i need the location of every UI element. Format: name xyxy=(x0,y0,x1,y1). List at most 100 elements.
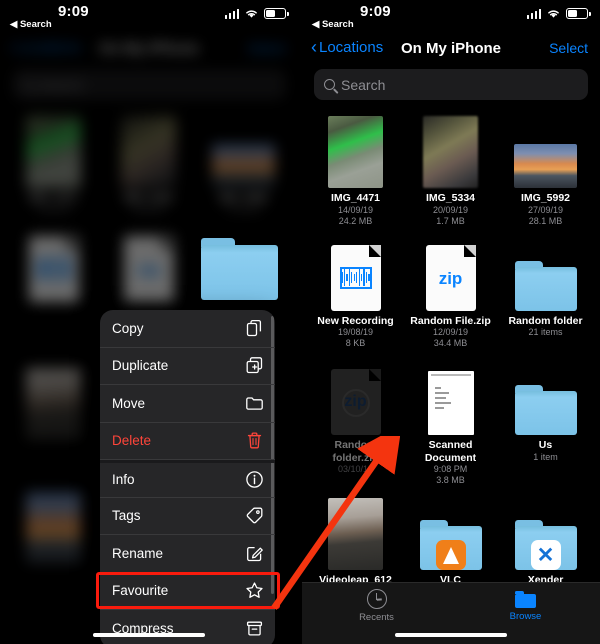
file-name: New Recording xyxy=(317,314,394,327)
photo-icon xyxy=(514,144,577,188)
pencil-icon xyxy=(245,544,264,563)
file-size: 28.1 MB xyxy=(528,215,563,226)
star-icon xyxy=(245,581,264,600)
context-menu-label: Duplicate xyxy=(112,358,169,374)
tab-recents[interactable]: Recents xyxy=(302,583,451,629)
file-date: 14/09/19 xyxy=(337,204,374,215)
file-name: Us xyxy=(538,439,553,451)
context-menu-label: Delete xyxy=(112,433,152,449)
context-menu-item-duplicate[interactable]: Duplicate xyxy=(100,348,275,385)
file-size: 24.2 MB xyxy=(338,215,373,226)
tab-browse[interactable]: Browse xyxy=(451,583,600,629)
search-bar-container: Search xyxy=(302,66,600,110)
file-item-us[interactable]: Us 1 item xyxy=(498,363,593,486)
context-menu-label: Rename xyxy=(112,545,164,561)
select-button[interactable]: Select xyxy=(549,40,588,56)
file-name: IMG_5334 xyxy=(425,192,476,204)
file-item-count: 21 items xyxy=(528,327,563,337)
file-grid-row: New Recording 19/08/19 8 KB zip Random F… xyxy=(308,239,594,350)
cellular-signal-icon xyxy=(224,8,239,19)
status-bar-time: 9:09 xyxy=(360,3,391,20)
context-menu-label: Move xyxy=(112,395,146,411)
file-item-new-recording[interactable]: New Recording 19/08/19 8 KB xyxy=(308,239,403,350)
file-date: 20/09/19 xyxy=(432,204,469,215)
file-item-videoleap-612[interactable]: Videoleap_612 xyxy=(308,498,403,587)
file-name: Random folder xyxy=(508,314,583,327)
file-date: 27/09/19 xyxy=(527,204,564,215)
info-icon xyxy=(245,470,264,489)
file-item-img-5334[interactable]: IMG_5334 20/09/19 1.7 MB xyxy=(403,116,498,227)
folder-icon xyxy=(515,590,536,608)
file-name: IMG_4471 xyxy=(330,192,381,204)
file-item-vlc[interactable]: VLC xyxy=(403,498,498,587)
file-item-scanned-document[interactable]: Scanned Document 9:08 PM 3.8 MB xyxy=(403,363,498,486)
context-menu-label: Copy xyxy=(112,320,144,336)
file-item-random-folder-zip[interactable]: zip Random folder.zip 03/10/19 xyxy=(308,363,403,486)
file-thumbnail xyxy=(418,116,483,188)
context-menu-item-tags[interactable]: Tags xyxy=(100,498,275,535)
status-bar-right: 9:09 ◀ Search xyxy=(302,0,600,34)
file-date: 12/09/19 xyxy=(432,327,469,337)
folder-icon xyxy=(514,260,577,311)
search-icon xyxy=(324,79,335,90)
context-menu-item-copy[interactable]: Copy xyxy=(100,310,275,348)
context-menu-item-info[interactable]: Info xyxy=(100,460,275,498)
file-item-img-5992[interactable]: IMG_5992 27/09/19 28.1 MB xyxy=(498,116,593,227)
file-name: Scanned Document xyxy=(424,439,477,464)
copy-icon xyxy=(245,319,264,338)
file-item-xender[interactable]: ✕ Xender xyxy=(498,498,593,587)
file-date: 03/10/19 xyxy=(337,464,374,474)
context-menu-label: Tags xyxy=(112,508,141,524)
file-thumbnail: ✕ xyxy=(513,498,578,570)
search-input[interactable]: Search xyxy=(314,69,588,100)
file-date: 9:08 PM xyxy=(433,464,468,474)
status-bar-back-to-search[interactable]: ◀ Search xyxy=(10,19,52,30)
folder-icon: ✕ xyxy=(514,520,577,570)
file-thumbnail xyxy=(323,116,388,188)
context-menu-item-rename[interactable]: Rename xyxy=(100,535,275,573)
tab-label: Browse xyxy=(509,610,542,622)
file-size: 3.8 MB xyxy=(436,475,465,485)
vlc-app-icon xyxy=(435,540,466,570)
selected-folder-preview xyxy=(201,238,278,300)
home-indicator xyxy=(395,632,507,637)
left-panel-files-context-menu: ‹ Locations On My iPhone Select Search IM… xyxy=(0,0,298,644)
screenshot-stage: ‹ Locations On My iPhone Select Search IM… xyxy=(0,0,600,644)
context-menu-item-compress[interactable]: Compress xyxy=(100,610,275,644)
search-placeholder: Search xyxy=(341,76,386,93)
scanned-document-icon xyxy=(427,371,474,435)
folder-icon xyxy=(201,238,278,300)
folder-icon xyxy=(419,520,482,570)
file-size: 34.4 MB xyxy=(433,338,468,348)
archive-icon xyxy=(245,619,264,638)
status-bar-left: 9:09 ◀ Search xyxy=(0,0,298,34)
context-menu-label: Info xyxy=(112,472,135,488)
status-bar-time: 9:09 xyxy=(58,3,89,20)
file-item-random-folder[interactable]: Random folder 21 items xyxy=(498,239,593,350)
file-grid: IMG_4471 14/09/19 24.2 MB IMG_5334 20/09… xyxy=(302,110,600,587)
navigation-bar: ‹ Locations On My iPhone Select xyxy=(302,34,600,66)
photo-icon xyxy=(328,498,383,570)
zip-pending-icon: zip xyxy=(330,369,381,435)
context-menu-label: Favourite xyxy=(112,583,169,599)
duplicate-icon xyxy=(245,356,264,375)
file-thumbnail xyxy=(418,363,483,435)
file-item-random-file-zip[interactable]: zip Random File.zip 12/09/19 34.4 MB xyxy=(403,239,498,350)
folder-icon xyxy=(245,394,264,413)
file-grid-row: zip Random folder.zip 03/10/19 Scanned D… xyxy=(308,363,594,486)
tag-icon xyxy=(245,506,264,525)
context-menu-item-move[interactable]: Move xyxy=(100,385,275,423)
file-name: Random folder.zip xyxy=(332,439,379,464)
tab-bar: Recents Browse xyxy=(302,582,600,644)
status-bar-back-to-search[interactable]: ◀ Search xyxy=(312,19,354,30)
context-menu-item-delete[interactable]: Delete xyxy=(100,423,275,460)
context-menu-item-favourite[interactable]: Favourite xyxy=(100,573,275,610)
file-thumbnail xyxy=(513,363,578,435)
file-size: 1.7 MB xyxy=(436,215,465,226)
file-date: 19/08/19 xyxy=(337,327,374,337)
file-item-img-4471[interactable]: IMG_4471 14/09/19 24.2 MB xyxy=(308,116,403,227)
file-item-count: 1 item xyxy=(533,451,558,462)
xender-app-icon: ✕ xyxy=(530,540,561,570)
wifi-icon xyxy=(548,10,559,18)
cellular-signal-icon xyxy=(526,8,541,19)
